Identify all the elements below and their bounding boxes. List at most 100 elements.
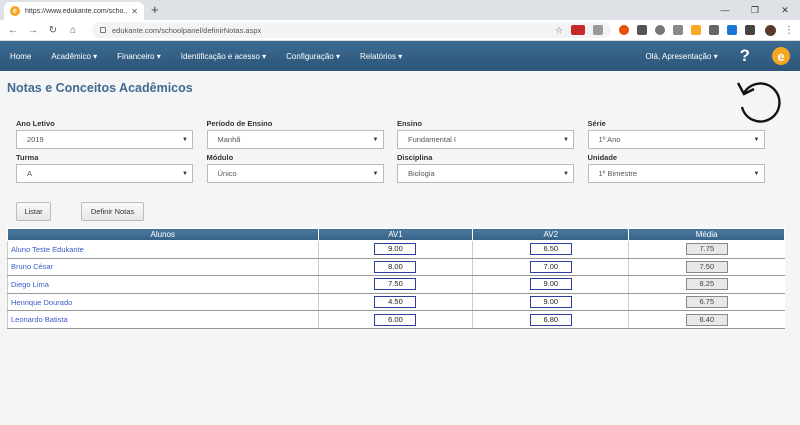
extension-icon[interactable] [691, 25, 701, 35]
url-field[interactable]: edukante.com/schoolpanel/definirNotas.as… [92, 22, 611, 38]
close-tab-icon[interactable]: ✕ [131, 7, 138, 16]
nav-relatorios[interactable]: Relatórios ▾ [360, 52, 402, 61]
grades-table: Alunos AV1 AV2 Média Aluno Teste Edukant… [7, 228, 785, 329]
av2-input[interactable]: 6.80 [529, 313, 572, 326]
unidade-select[interactable]: 1º Bimestre ▼ [587, 164, 765, 183]
av1-input[interactable]: 8.00 [374, 260, 417, 273]
forward-icon[interactable]: → [26, 25, 40, 36]
nav-academico[interactable]: Acadêmico ▾ [51, 52, 97, 61]
filter-label: Ensino [397, 119, 423, 128]
filter-label: Módulo [206, 153, 234, 162]
edukante-logo: e [772, 47, 790, 65]
close-window-icon[interactable]: ✕ [770, 0, 800, 20]
periodo-select[interactable]: Manhã ▼ [206, 130, 384, 149]
filter-label: Unidade [587, 153, 618, 162]
filter-label: Série [587, 119, 606, 128]
av2-input[interactable]: 9.00 [529, 296, 572, 309]
filter-label: Período de Ensino [206, 119, 273, 128]
student-name[interactable]: Henrique Dourado [7, 293, 319, 312]
nav-financeiro[interactable]: Financeiro ▾ [117, 52, 161, 61]
av1-input[interactable]: 6.00 [374, 313, 417, 326]
chevron-down-icon: ▼ [182, 170, 188, 177]
definir-notas-button[interactable]: Definir Notas [81, 202, 144, 221]
student-name[interactable]: Aluno Teste Edukante [7, 240, 319, 259]
ensino-select[interactable]: Fundamental I ▼ [397, 130, 574, 149]
media-value: 8.25 [685, 278, 728, 291]
select-value: 1º Bimestre [598, 169, 638, 178]
chevron-down-icon: ▼ [563, 136, 569, 143]
select-value: 1º Ano [598, 135, 621, 144]
turma-select[interactable]: A ▼ [16, 164, 193, 183]
extension-icon[interactable] [727, 25, 737, 35]
home-icon[interactable]: ⌂ [66, 25, 80, 36]
chevron-down-icon: ▼ [753, 136, 760, 143]
select-value: Biologia [408, 169, 435, 178]
av1-input[interactable]: 9.00 [374, 243, 417, 256]
url-text: edukante.com/schoolpanel/definirNotas.as… [112, 25, 262, 35]
media-value: 6.40 [685, 313, 728, 326]
extension-icon[interactable] [571, 25, 585, 35]
table-row: Henrique Dourado 4.50 9.00 6.75 [7, 293, 785, 312]
av1-input[interactable]: 7.50 [374, 278, 417, 291]
extension-icon[interactable] [655, 25, 665, 35]
chevron-down-icon: ▼ [563, 170, 569, 177]
main-content: Notas e Conceitos Acadêmicos Ano Letivo … [0, 71, 800, 425]
student-name[interactable]: Bruno César [7, 258, 319, 277]
select-value: Único [217, 169, 237, 178]
extension-icon[interactable] [673, 25, 683, 35]
filter-label: Disciplina [397, 153, 433, 162]
tab-title: https://www.edukante.com/scho... [25, 7, 128, 15]
profile-avatar[interactable] [765, 24, 776, 36]
serie-select[interactable]: 1º Ano ▼ [587, 130, 765, 149]
av1-input[interactable]: 4.50 [374, 296, 417, 309]
bookmark-star-icon[interactable]: ☆ [555, 25, 563, 36]
chevron-down-icon: ▼ [753, 170, 760, 177]
back-icon[interactable]: ← [6, 25, 20, 36]
reload-icon[interactable]: ↻ [46, 25, 60, 36]
help-icon[interactable]: ? [740, 46, 750, 66]
page-title: Notas e Conceitos Acadêmicos [7, 81, 193, 95]
extension-icon[interactable] [619, 25, 629, 35]
filter-label: Ano Letivo [16, 119, 55, 128]
chevron-down-icon: ▼ [372, 136, 379, 143]
nav-identificacao[interactable]: Identificação e acesso ▾ [181, 52, 266, 61]
browser-tab[interactable]: e https://www.edukante.com/scho... ✕ [4, 2, 144, 20]
favicon-icon: e [10, 6, 20, 16]
av2-input[interactable]: 9.00 [529, 278, 572, 291]
modulo-select[interactable]: Único ▼ [206, 164, 384, 183]
browser-menu-icon[interactable]: ⋮ [784, 25, 794, 36]
column-header-av2: AV2 [472, 228, 630, 241]
filter-form: Ano Letivo 2019 ▼ Período de Ensino Manhã… [16, 119, 778, 187]
address-bar: ← → ↻ ⌂ edukante.com/schoolpanel/definir… [0, 20, 800, 41]
student-name[interactable]: Leonardo Batista [7, 310, 319, 329]
nav-home[interactable]: Home [10, 52, 31, 61]
select-value: 2019 [27, 135, 44, 144]
lock-icon [100, 27, 106, 33]
student-name[interactable]: Diego Lima [7, 275, 319, 294]
extension-icon[interactable] [709, 25, 719, 35]
listar-button[interactable]: Listar [16, 202, 51, 221]
extension-icon[interactable] [637, 25, 647, 35]
select-value: Fundamental I [408, 135, 456, 144]
select-value: Manhã [217, 135, 241, 144]
av2-input[interactable]: 6.50 [529, 243, 572, 256]
select-value: A [27, 169, 33, 178]
minimize-icon[interactable]: — [710, 0, 740, 20]
ano-letivo-select[interactable]: 2019 ▼ [16, 130, 193, 149]
restore-icon[interactable]: ❐ [740, 0, 770, 20]
filter-label: Turma [16, 153, 39, 162]
media-value: 6.75 [685, 296, 728, 309]
new-tab-icon[interactable]: + [151, 2, 159, 17]
table-row: Aluno Teste Edukante 9.00 6.50 7.75 [7, 240, 785, 259]
disciplina-select[interactable]: Biologia ▼ [397, 164, 574, 183]
browser-tabbar: e https://www.edukante.com/scho... ✕ + —… [0, 0, 800, 20]
camera-icon[interactable] [593, 25, 603, 35]
extension-icon[interactable] [745, 25, 755, 35]
app-navbar: Home Acadêmico ▾ Financeiro ▾ Identifica… [0, 41, 800, 71]
refresh-icon[interactable] [734, 75, 784, 125]
media-value: 7.50 [685, 260, 728, 273]
user-menu[interactable]: Olá, Apresentação ▾ [646, 52, 718, 61]
nav-configuracao[interactable]: Configuração ▾ [286, 52, 340, 61]
chevron-down-icon: ▼ [182, 136, 188, 143]
av2-input[interactable]: 7.00 [529, 260, 572, 273]
